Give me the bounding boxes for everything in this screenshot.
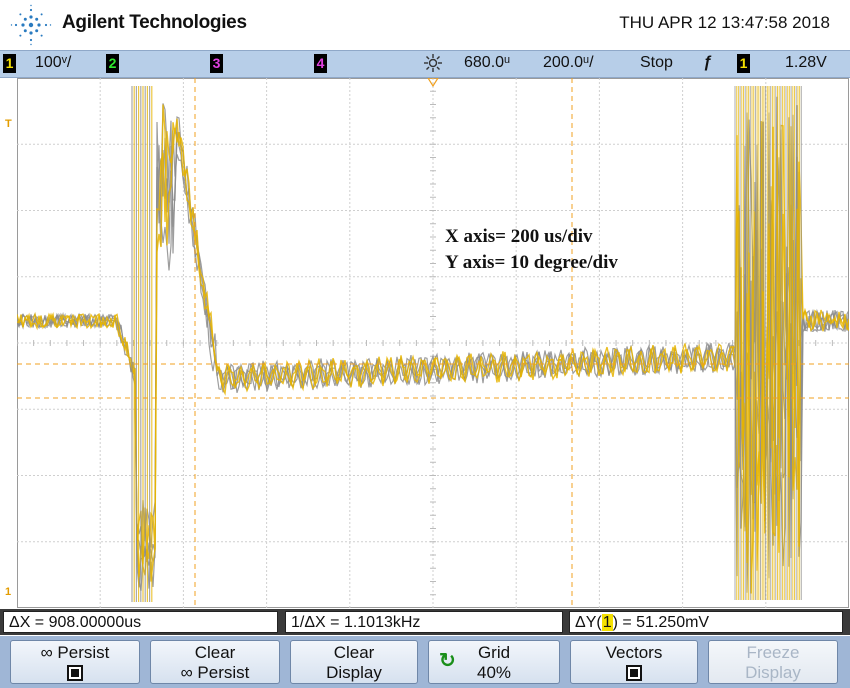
- agilent-logo-icon: [10, 4, 52, 46]
- trigger-level[interactable]: 1.28V: [785, 54, 827, 72]
- brand-name: Agilent Technologies: [62, 12, 247, 33]
- status-bar: 1 100ᵛ/ 2 3 4 680.0ᵘ 200.0ᵘ/ Stop ƒ 1 1.…: [0, 50, 850, 78]
- persist-checkbox-icon: [67, 665, 83, 681]
- vectors-button[interactable]: Vectors: [570, 640, 698, 684]
- freeze-label-2: Display: [745, 663, 801, 682]
- vectors-checkbox-icon: [626, 665, 642, 681]
- axis-annotation: X axis= 200 us/div Y axis= 10 degree/div: [445, 224, 618, 276]
- clear-persist-button[interactable]: Clear ∞ Persist: [150, 640, 280, 684]
- clear-persist-label-2: ∞ Persist: [180, 663, 250, 682]
- delta-x-readout: ΔX = 908.00000us: [3, 611, 278, 633]
- readout-bar: ΔX = 908.00000us 1/ΔX = 1.1013kHz ΔY(1) …: [0, 609, 850, 635]
- channel-2-badge[interactable]: 2: [106, 54, 119, 73]
- waveform-trace: [17, 104, 849, 594]
- channel-1-scale[interactable]: 100ᵛ/: [35, 54, 71, 72]
- header: Agilent Technologies THU APR 12 13:47:58…: [0, 0, 850, 50]
- channel-1-badge[interactable]: 1: [3, 54, 16, 73]
- date-time: THU APR 12 13:47:58 2018: [619, 13, 830, 32]
- persist-label: ∞ Persist: [40, 643, 110, 662]
- grid-button[interactable]: ↻ Grid 40%: [428, 640, 560, 684]
- delta-y-value: ) = 51.250mV: [612, 614, 710, 631]
- clear-display-label-2: Display: [326, 663, 382, 682]
- freeze-display-button[interactable]: Freeze Display: [708, 640, 838, 684]
- clear-persist-label-1: Clear: [194, 643, 236, 662]
- delta-y-readout: ΔY(1) = 51.250mV: [569, 611, 843, 633]
- inverse-delta-x-readout: 1/ΔX = 1.1013kHz: [285, 611, 563, 633]
- waveform-graticule: [17, 78, 849, 608]
- trigger-channel-badge[interactable]: 1: [737, 54, 750, 73]
- softkey-bar: ∞ Persist Clear ∞ Persist Clear Display …: [0, 636, 850, 688]
- trigger-level-marker[interactable]: T: [5, 118, 12, 130]
- persist-button[interactable]: ∞ Persist: [10, 640, 140, 684]
- horizontal-position-icon: [423, 53, 443, 78]
- timebase-scale[interactable]: 200.0ᵘ/: [543, 54, 594, 72]
- freeze-label-1: Freeze: [746, 643, 800, 662]
- waveform-display[interactable]: T 1: [5, 78, 849, 608]
- run-state[interactable]: Stop: [640, 54, 673, 72]
- x-axis-annotation: X axis= 200 us/div: [445, 226, 593, 247]
- clear-display-label-1: Clear: [333, 643, 375, 662]
- y-axis-annotation: Y axis= 10 degree/div: [445, 252, 618, 273]
- delta-y-channel: 1: [601, 614, 613, 631]
- delta-y-prefix: ΔY(: [575, 614, 602, 631]
- trigger-slope-icon: ƒ: [703, 54, 712, 71]
- horizontal-delay[interactable]: 680.0ᵘ: [464, 54, 510, 72]
- waveform-trace: [17, 96, 849, 577]
- clear-display-button[interactable]: Clear Display: [290, 640, 418, 684]
- channel-1-ground-marker[interactable]: 1: [5, 586, 11, 598]
- rotate-knob-icon: ↻: [439, 650, 456, 672]
- channel-4-badge[interactable]: 4: [314, 54, 327, 73]
- vectors-label: Vectors: [605, 643, 663, 662]
- channel-3-badge[interactable]: 3: [210, 54, 223, 73]
